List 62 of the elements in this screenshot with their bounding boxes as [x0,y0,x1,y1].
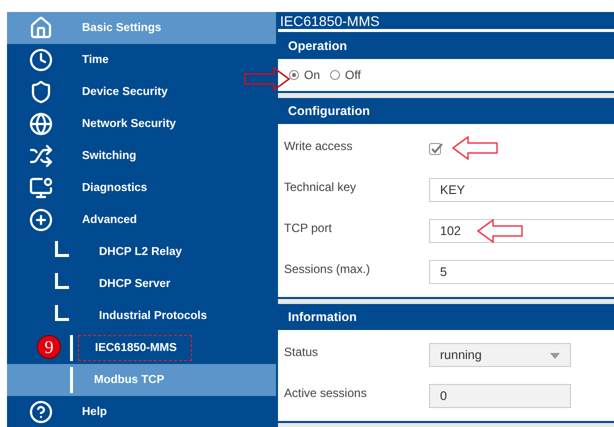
nav-item[interactable]: Time [7,44,276,76]
monitor-icon [29,176,53,200]
radio-button[interactable] [289,70,299,80]
clock-icon [29,48,53,72]
page-title: IEC61850-MMS [278,12,614,32]
input-field[interactable]: 102 [429,218,614,242]
section-header: Information [278,304,614,330]
field-label: Sessions (max.) [283,262,372,276]
highlighted-label: IEC61850-MMS [78,335,192,361]
nav-item[interactable]: DHCP L2 Relay [7,236,276,268]
help-icon [29,400,53,424]
tree-branch-icon [55,273,69,289]
radio-label: On [304,68,320,82]
field-label: Status [283,344,320,358]
caret-icon [550,352,560,358]
nav-label: Time [81,54,109,66]
input-field[interactable]: 5 [429,260,614,284]
status-dropdown[interactable]: running [429,342,571,366]
nav-label: Device Security [81,86,168,98]
field-label: TCP port [283,220,333,234]
nav-label: DHCP Server [98,278,170,290]
radio-button[interactable] [330,70,340,80]
nav-item[interactable]: Device Security [7,76,276,108]
nav-item[interactable]: DHCP Server [7,268,276,300]
nav-item[interactable]: Help [7,396,276,427]
tree-branch-icon [55,241,69,257]
tree-branch-icon [55,305,69,321]
field-label: Technical key [283,180,358,194]
nav-label: Basic Settings [81,22,162,34]
arrow-icon [452,136,498,160]
section-header: Configuration [278,98,614,124]
step-badge: 9 [37,335,61,359]
nav-label: DHCP L2 Relay [98,246,182,258]
nav-label: Diagnostics [81,182,148,194]
shuffle-icon [29,144,53,168]
nav-label: Advanced [81,214,137,226]
nav-item[interactable]: Switching [7,140,276,172]
nav-item[interactable]: Network Security [7,108,276,140]
readonly-field: 0 [429,384,571,408]
nav-label: Modbus TCP [93,374,164,386]
nav-label: Switching [81,150,136,162]
arrow-icon [244,67,290,91]
nav-label: Help [81,406,107,418]
globe-icon [29,112,53,136]
field-label: Write access [283,138,354,152]
tree-line-icon [70,367,73,393]
nav-item[interactable]: Advanced [7,204,276,236]
radio-label: Off [345,68,361,82]
plus-icon [29,208,53,232]
nav-item[interactable]: Industrial Protocols [7,300,276,332]
tree-line-icon [70,335,73,361]
nav-item[interactable]: 9 IEC61850-MMS [7,332,276,364]
nav-label: Network Security [81,118,176,130]
nav-item[interactable]: Diagnostics [7,172,276,204]
arrow-icon [477,219,523,243]
input-field[interactable]: KEY [429,178,614,202]
field-label: Active sessions [283,386,368,400]
nav-label: Industrial Protocols [98,310,207,322]
house-icon [29,16,53,40]
checkbox[interactable] [429,142,443,155]
section-header: Operation [278,33,614,59]
shield-icon [29,80,53,104]
